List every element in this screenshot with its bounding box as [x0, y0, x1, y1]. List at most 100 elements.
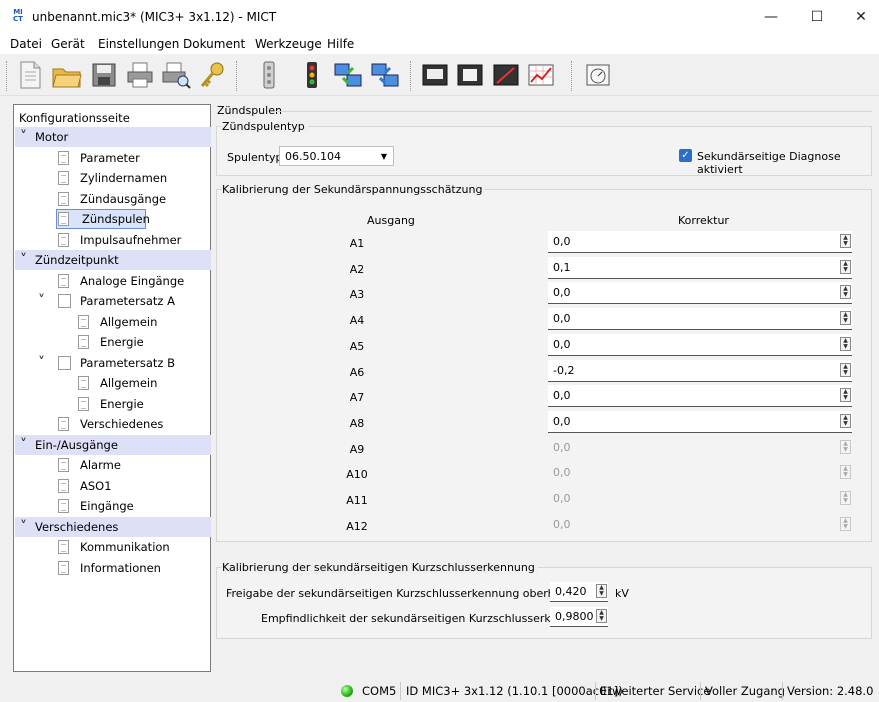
menu-dokument[interactable]: Dokument — [183, 37, 245, 51]
chevron-down-icon[interactable]: ˅ — [20, 437, 27, 453]
tree-item-label: Impulsaufnehmer — [80, 232, 182, 247]
document-icon — [58, 560, 69, 575]
new-document-button[interactable] — [13, 58, 47, 92]
spin-arrows-icon[interactable]: ▲ ▼ — [840, 362, 851, 377]
maximize-button[interactable]: ☐ — [794, 0, 840, 34]
tree-item[interactable]: ˅ Parametersatz B — [14, 353, 210, 373]
tree-item[interactable]: Analoge Eingänge — [14, 271, 210, 291]
tree-item-label: Informationen — [80, 560, 161, 575]
correction-value: 0,0 — [553, 414, 571, 428]
traffic-light-button[interactable] — [295, 58, 329, 92]
tree-item[interactable]: ˅ Motor — [15, 127, 211, 147]
tree-item[interactable]: Zündausgänge — [14, 189, 210, 209]
output-label: A8 — [349, 416, 365, 430]
calibration-group-title: Kalibrierung der Sekundärspannungsschätz… — [222, 183, 486, 196]
correction-spinbox[interactable]: 0,0 ▲ ▼ — [548, 282, 852, 305]
spin-arrows-icon[interactable]: ▲ ▼ — [840, 234, 851, 248]
open-button[interactable] — [50, 58, 84, 92]
tree-item[interactable]: Allgemein — [14, 373, 210, 393]
spin-arrows-icon: ▲ ▼ — [840, 491, 851, 505]
tree-item[interactable]: ˅ Ein-/Ausgänge — [15, 434, 211, 455]
tree-item[interactable]: Parameter — [14, 148, 210, 168]
document-icon — [58, 540, 69, 554]
status-device-id: ID MIC3+ 3x1.12 (1.10.1 [0000ac01]) — [406, 684, 623, 698]
menu-werkzeuge[interactable]: Werkzeuge — [255, 37, 322, 51]
print-preview-button[interactable] — [159, 58, 193, 92]
transfer-to-device-button[interactable] — [331, 58, 365, 92]
recorder-button[interactable] — [489, 58, 523, 92]
tree-item[interactable]: ˅ Parametersatz A — [14, 291, 210, 311]
save-button[interactable] — [87, 58, 121, 92]
close-button[interactable]: ✕ — [838, 0, 879, 34]
chevron-down-icon[interactable]: ˅ — [20, 129, 27, 145]
device-off-button[interactable] — [252, 58, 286, 92]
tree-item[interactable]: Energie — [14, 332, 210, 352]
status-version: Version: 2.48.0 — [787, 684, 874, 698]
window-title: unbenannt.mic3* (MIC3+ 3x1.12) - MICT — [32, 10, 277, 24]
tree-item[interactable]: Alarme — [14, 455, 210, 475]
display-button[interactable] — [453, 58, 487, 92]
tree-item[interactable]: Verschiedenes — [14, 414, 210, 434]
spin-arrows-icon[interactable]: ▲ ▼ — [840, 285, 851, 300]
correction-spinbox: 0,0 ▲ ▼ — [548, 488, 852, 510]
document-icon — [58, 458, 69, 472]
threshold-spinbox[interactable]: 0,420 ▲ ▼ — [550, 582, 608, 602]
tree-item[interactable]: Eingänge — [14, 496, 210, 516]
status-port: COM5 — [362, 684, 397, 698]
correction-spinbox[interactable]: 0,0 ▲ ▼ — [548, 333, 852, 356]
chevron-down-icon[interactable]: ˅ — [38, 293, 45, 309]
print-button[interactable] — [123, 58, 157, 92]
tree-item[interactable]: Zylindernamen — [14, 168, 210, 188]
chart-button[interactable] — [524, 58, 558, 92]
document-icon — [58, 212, 69, 226]
correction-spinbox[interactable]: 0,1 ▲ ▼ — [548, 256, 852, 279]
tree-item[interactable]: Energie — [14, 394, 210, 414]
chevron-down-icon[interactable]: ˅ — [20, 519, 27, 535]
gauge-button[interactable] — [581, 58, 615, 92]
correction-spinbox[interactable]: -0,2 ▲ ▼ — [548, 359, 852, 382]
coil-type-select[interactable]: 06.50.104 ▼ — [279, 146, 394, 166]
menu-einstellungen[interactable]: Einstellungen — [98, 37, 179, 51]
spin-arrows-icon[interactable]: ▲ ▼ — [596, 584, 607, 598]
tree-item[interactable]: Allgemein — [14, 312, 210, 332]
tree-item[interactable]: ˅ Verschiedenes — [15, 516, 211, 537]
chevron-down-icon[interactable]: ˅ — [38, 355, 45, 371]
menu-datei[interactable]: Datei — [10, 37, 42, 51]
spin-arrows-icon[interactable]: ▲ ▼ — [840, 311, 851, 326]
tree-item-label: Alarme — [80, 458, 121, 472]
minimize-button[interactable]: — — [748, 0, 794, 34]
tree-item[interactable]: Kommunikation — [14, 537, 210, 557]
menu-hilfe[interactable]: Hilfe — [327, 37, 354, 51]
correction-value: 0,1 — [553, 260, 571, 274]
tree-item-label: Zylindernamen — [80, 171, 168, 185]
key-button[interactable] — [195, 58, 229, 92]
toolbar-separator — [6, 61, 7, 91]
correction-spinbox[interactable]: 0,0 ▲ ▼ — [548, 231, 852, 253]
tree-item-label: Kommunikation — [80, 540, 170, 554]
folder-icon — [58, 294, 71, 308]
tree-item[interactable]: ˅ Zündzeitpunkt — [15, 250, 211, 270]
correction-spinbox[interactable]: 0,0 ▲ ▼ — [548, 385, 852, 408]
transfer-from-device-button[interactable] — [368, 58, 402, 92]
tree-item[interactable]: ASO1 — [14, 476, 210, 496]
correction-spinbox[interactable]: 0,0 ▲ ▼ — [548, 410, 852, 433]
spin-arrows-icon[interactable]: ▲ ▼ — [840, 259, 851, 274]
menu-geraet[interactable]: Gerät — [51, 37, 85, 51]
spin-arrows-icon[interactable]: ▲ ▼ — [840, 336, 851, 351]
tree-item[interactable]: Impulsaufnehmer — [14, 230, 210, 250]
chevron-down-icon[interactable]: ˅ — [20, 252, 27, 268]
correction-value: -0,2 — [553, 363, 575, 377]
correction-spinbox[interactable]: 0,0 ▲ ▼ — [548, 308, 852, 331]
spin-arrows-icon[interactable]: ▲ ▼ — [840, 413, 851, 428]
tree-item[interactable]: Zündspulen — [14, 209, 210, 229]
sensitivity-spinbox[interactable]: 0,9800 ▲ ▼ — [550, 607, 608, 627]
menu-bar: Datei Gerät Einstellungen Dokument Werkz… — [0, 34, 879, 54]
tree-item[interactable]: Informationen — [14, 558, 210, 578]
open-folder-icon — [52, 68, 82, 88]
spin-arrows-icon[interactable]: ▲ ▼ — [596, 609, 607, 623]
monitor-button[interactable] — [418, 58, 452, 92]
correction-value: 0,0 — [553, 440, 571, 454]
page-title: Zündspulen — [217, 104, 282, 117]
diagnose-checkbox[interactable]: ✓ — [679, 149, 692, 162]
spin-arrows-icon[interactable]: ▲ ▼ — [840, 388, 851, 403]
